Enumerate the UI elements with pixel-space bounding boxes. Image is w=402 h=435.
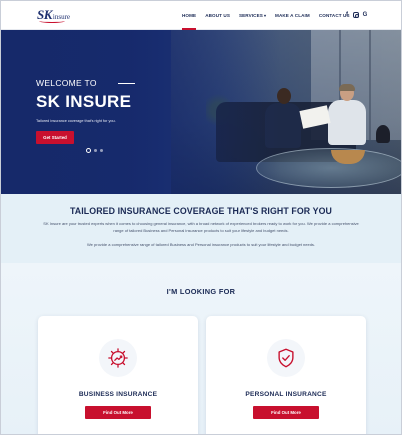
tailored-section: TAILORED INSURANCE COVERAGE THAT'S RIGHT…: [1, 194, 401, 263]
personal-insurance-title: PERSONAL INSURANCE: [245, 391, 327, 398]
tailored-title: TAILORED INSURANCE COVERAGE THAT'S RIGHT…: [69, 206, 332, 216]
personal-insurance-card: PERSONAL INSURANCE Find Out More: [206, 316, 366, 434]
instagram-icon[interactable]: [353, 12, 359, 18]
nav-about-label: ABOUT US: [205, 13, 230, 18]
business-insurance-title: BUSINESS INSURANCE: [78, 391, 158, 398]
carousel-dot-1[interactable]: [86, 148, 91, 153]
nav-about-us[interactable]: ABOUT US: [205, 1, 230, 30]
social-links: f G: [344, 11, 368, 19]
hero-title: SK INSURE: [36, 92, 132, 111]
page-frame: SK insure HOME ABOUT US SERVICES ▾ MAKE A…: [0, 0, 402, 435]
hero-photo-lamp: [376, 125, 390, 143]
hero-divider: [118, 83, 135, 84]
main-nav: HOME ABOUT US SERVICES ▾ MAKE A CLAIM CON…: [182, 1, 359, 30]
carousel-dots: [86, 148, 103, 153]
hero-banner: WELCOME TO SK INSURE Tailored insurance …: [1, 30, 401, 194]
carousel-dot-2[interactable]: [94, 149, 97, 152]
nav-make-a-claim[interactable]: MAKE A CLAIM: [275, 1, 310, 30]
google-icon[interactable]: G: [362, 11, 368, 19]
business-insurance-card: BUSINESS INSURANCE Find Out More: [38, 316, 198, 434]
logo-swoosh: [39, 19, 65, 23]
carousel-dot-3[interactable]: [100, 149, 103, 152]
site-header: SK insure HOME ABOUT US SERVICES ▾ MAKE A…: [1, 1, 401, 30]
facebook-icon[interactable]: f: [344, 11, 350, 19]
hero-welcome: WELCOME TO: [36, 78, 97, 88]
person-hair: [339, 84, 355, 91]
shield-check-icon: [267, 339, 305, 377]
looking-for-title: I'M LOOKING FOR: [166, 287, 236, 296]
tailored-paragraph-2: We provide a comprehensive range of tail…: [86, 242, 316, 247]
business-growth-icon: [99, 339, 137, 377]
tailored-paragraph-1: SK Insure are your trusted experts when …: [43, 221, 359, 233]
business-find-out-more-button[interactable]: Find Out More: [85, 406, 151, 419]
looking-for-section: I'M LOOKING FOR BUSINESS INSURANCE Find …: [1, 263, 401, 434]
nav-services-label: SERVICES: [238, 13, 263, 18]
personal-find-out-more-button[interactable]: Find Out More: [253, 406, 319, 419]
nav-services[interactable]: SERVICES ▾: [239, 1, 266, 30]
site-logo[interactable]: SK insure: [37, 7, 70, 23]
get-started-button[interactable]: Get Started: [36, 131, 74, 144]
chevron-down-icon: ▾: [263, 13, 267, 18]
hero-overlay: [1, 30, 281, 194]
hero-subtitle: Tailored insurance coverage that's right…: [36, 119, 116, 123]
window-frame: [369, 30, 371, 140]
nav-home[interactable]: HOME: [182, 1, 197, 30]
nav-claim-label: MAKE A CLAIM: [275, 13, 310, 18]
nav-home-label: HOME: [182, 13, 197, 18]
person-body: [328, 100, 366, 145]
